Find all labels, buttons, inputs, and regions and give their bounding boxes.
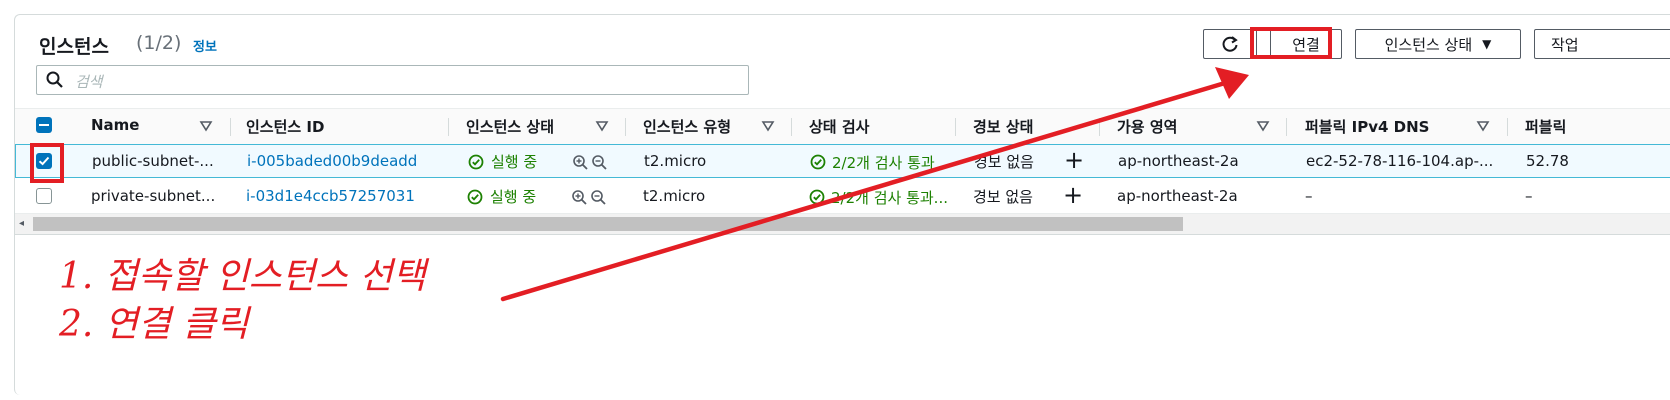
annotation-arrow	[500, 67, 1249, 302]
instances-panel: 인스턴스 (1/2) 정보 연결 인스턴스 상태 ▼ 작업 검색 Name 인스…	[14, 14, 1670, 395]
